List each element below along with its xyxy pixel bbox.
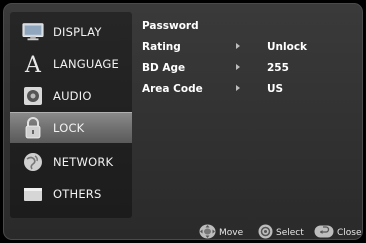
audio-icon — [22, 85, 44, 107]
sidebar-menu: DISPLAY A LANGUAGE AUDIO LOCK NETWORK OT… — [10, 12, 132, 218]
sidebar-item-network[interactable]: NETWORK — [10, 146, 132, 177]
setting-label: BD Age — [142, 62, 186, 74]
select-hint: Select — [258, 224, 304, 240]
dpad-icon — [199, 224, 216, 240]
setting-row-password[interactable]: Password — [142, 20, 357, 36]
move-hint: Move — [199, 224, 244, 240]
setting-row-rating[interactable]: Rating Unlock — [142, 41, 357, 57]
language-icon: A — [22, 53, 44, 75]
arrow-right-icon — [236, 85, 240, 91]
sidebar-item-display[interactable]: DISPLAY — [10, 16, 132, 47]
setting-value: US — [267, 83, 284, 95]
sidebar-item-label: DISPLAY — [53, 24, 102, 39]
select-hint-label: Select — [276, 227, 304, 238]
sidebar-item-others[interactable]: OTHERS — [10, 178, 132, 209]
setting-value: Unlock — [267, 41, 308, 53]
sidebar-item-label: OTHERS — [53, 186, 102, 201]
enter-button-icon — [258, 224, 273, 240]
others-icon — [22, 183, 44, 205]
svg-text:A: A — [24, 53, 42, 75]
sidebar-item-audio[interactable]: AUDIO — [10, 80, 132, 111]
setting-label: Area Code — [142, 83, 203, 95]
sidebar-item-label: LOCK — [53, 121, 85, 135]
move-hint-label: Move — [219, 227, 244, 238]
setup-menu-window: DISPLAY A LANGUAGE AUDIO LOCK NETWORK OT… — [3, 3, 363, 240]
button-hints-bar: Move Select Close — [4, 224, 362, 240]
setting-label: Rating — [142, 41, 181, 53]
sidebar-item-label: LANGUAGE — [53, 56, 119, 71]
setting-label: Password — [142, 20, 199, 32]
return-button-icon — [314, 225, 334, 240]
sidebar-item-language[interactable]: A LANGUAGE — [10, 48, 132, 79]
sidebar-item-label: NETWORK — [53, 154, 114, 169]
sidebar-item-label: AUDIO — [53, 88, 92, 103]
lock-icon — [22, 117, 44, 139]
screen: DISPLAY A LANGUAGE AUDIO LOCK NETWORK OT… — [0, 0, 366, 243]
sidebar-item-lock[interactable]: LOCK — [10, 112, 132, 143]
close-hint: Close — [314, 224, 362, 240]
display-icon — [22, 21, 44, 43]
network-icon — [22, 151, 44, 173]
setting-row-area-code[interactable]: Area Code US — [142, 83, 357, 99]
setting-value: 255 — [267, 62, 289, 74]
arrow-right-icon — [236, 43, 240, 49]
close-hint-label: Close — [337, 227, 362, 238]
setting-row-bd-age[interactable]: BD Age 255 — [142, 62, 357, 78]
arrow-right-icon — [236, 64, 240, 70]
